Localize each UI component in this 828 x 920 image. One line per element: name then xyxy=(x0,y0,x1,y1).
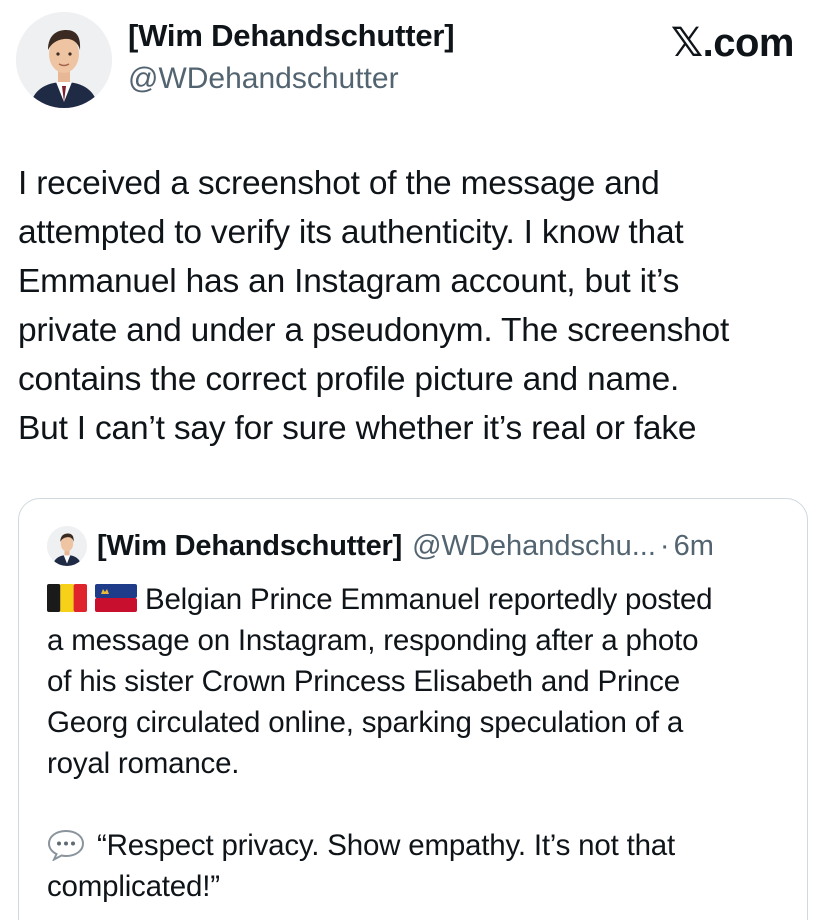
quoted-author-avatar[interactable] xyxy=(47,526,87,566)
quoted-statement-line: complicated!” xyxy=(47,870,220,903)
quoted-separator: · xyxy=(659,529,670,562)
quoted-tweet-header: [Wim Dehandschutter] @WDehandschu... · 6… xyxy=(47,521,714,571)
quoted-statement-line: “Respect privacy. Show empathy. It’s not… xyxy=(47,825,787,866)
profile-photo-icon xyxy=(16,12,112,108)
tweet-text-line: contains the correct profile picture and… xyxy=(18,361,680,398)
quoted-timestamp[interactable]: 6m xyxy=(674,530,714,563)
speech-bubble-icon xyxy=(47,829,85,861)
profile-photo-icon xyxy=(47,526,87,566)
quoted-text-line: Georg circulated online, sparking specul… xyxy=(47,706,684,739)
quoted-text-line-content: Belgian Prince Emmanuel reportedly poste… xyxy=(145,583,713,616)
x-com-logo: 𝕏.com xyxy=(670,20,795,66)
tweet-text-line: I received a screenshot of the message a… xyxy=(18,165,660,202)
tweet-text-line: private and under a pseudonym. The scree… xyxy=(18,312,730,349)
quoted-text-line: royal romance. xyxy=(47,747,240,780)
quoted-text-line: Belgian Prince Emmanuel reportedly poste… xyxy=(47,579,787,620)
brand-domain-text: .com xyxy=(702,21,795,65)
author-avatar[interactable] xyxy=(16,12,112,108)
tweet-text-line: Emmanuel has an Instagram account, but i… xyxy=(18,263,680,300)
author-handle[interactable]: @WDehandschutter xyxy=(128,62,399,96)
tweet-text-line: But I can’t say for sure whether it’s re… xyxy=(18,410,697,447)
tweet-screenshot: [Wim Dehandschutter] @WDehandschutter 𝕏.… xyxy=(0,0,828,920)
quoted-tweet-text: Belgian Prince Emmanuel reportedly poste… xyxy=(47,579,787,907)
author-display-name[interactable]: [Wim Dehandschutter] xyxy=(128,18,455,54)
tweet-text: I received a screenshot of the message a… xyxy=(18,159,818,453)
x-logo-icon: 𝕏 xyxy=(670,20,703,66)
quoted-text-line: of his sister Crown Princess Elisabeth a… xyxy=(47,665,680,698)
liechtenstein-flag-icon xyxy=(95,584,137,612)
quoted-text-line: a message on Instagram, responding after… xyxy=(47,624,699,657)
quoted-author-display-name[interactable]: [Wim Dehandschutter] xyxy=(97,530,402,563)
quoted-author-handle[interactable]: @WDehandschu... xyxy=(412,530,656,563)
tweet-text-line: attempted to verify its authenticity. I … xyxy=(18,214,684,251)
quoted-tweet-card[interactable]: [Wim Dehandschutter] @WDehandschu... · 6… xyxy=(18,498,808,920)
quoted-statement-text: “Respect privacy. Show empathy. It’s not… xyxy=(97,829,675,862)
belgium-flag-icon xyxy=(47,584,87,612)
